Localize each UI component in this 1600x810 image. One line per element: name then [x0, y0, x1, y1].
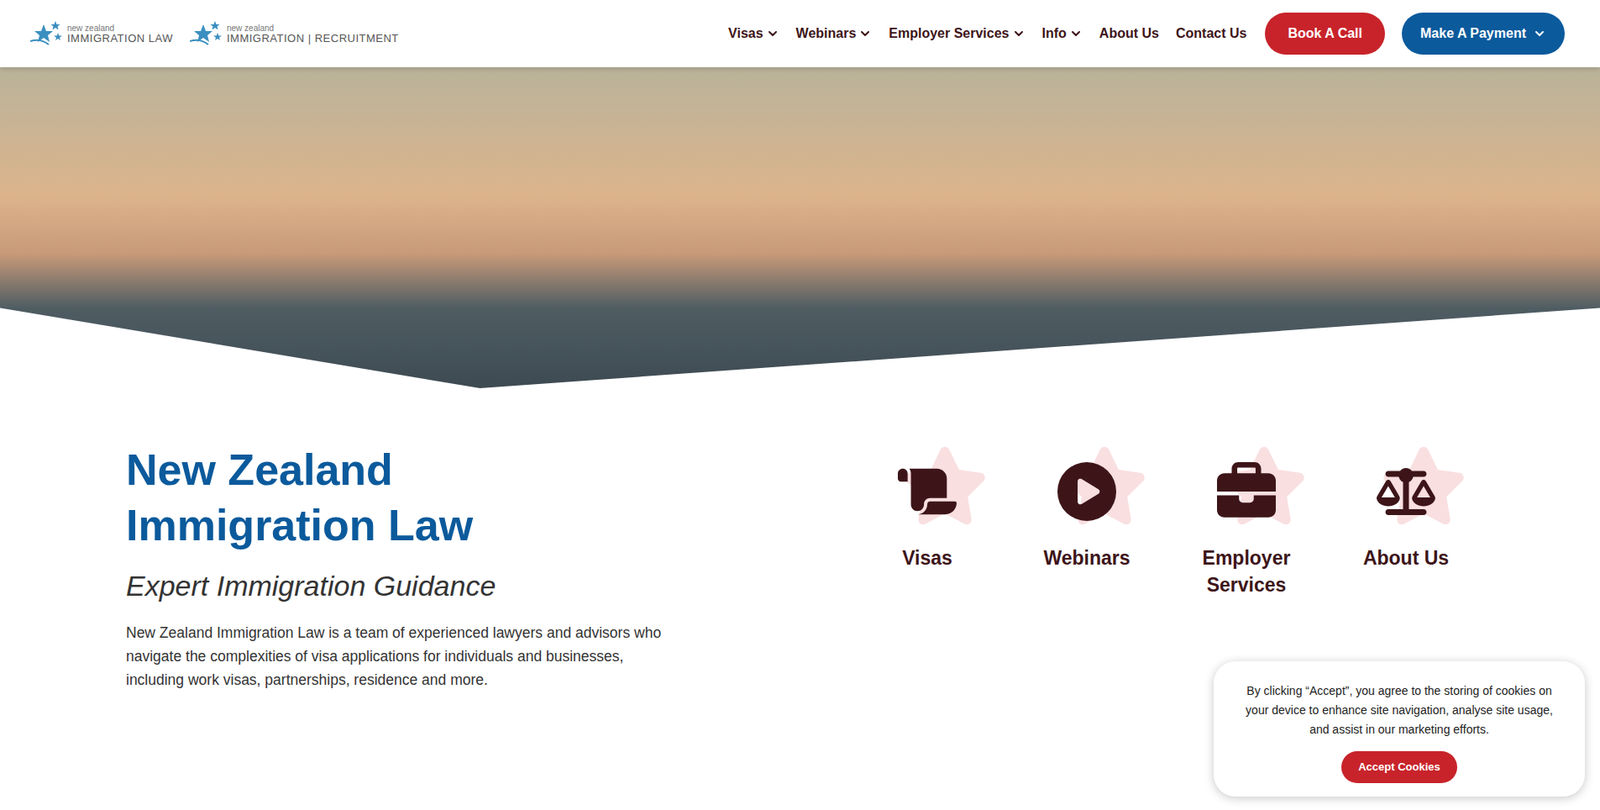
intro-subtitle: Expert Immigration Guidance — [125, 564, 681, 608]
page: new zealandIMMIGRATION LAWnew zealandIMM… — [0, 0, 1600, 810]
logo[interactable]: new zealandIMMIGRATION LAW — [30, 19, 174, 48]
scroll-icon — [897, 461, 957, 521]
book-call-button[interactable]: Book A Call — [1264, 12, 1385, 55]
logo[interactable]: new zealandIMMIGRATION | RECRUITMENT — [189, 19, 399, 48]
nav-item[interactable]: Webinars — [796, 23, 873, 44]
logo-small-text: new zealand — [226, 24, 399, 33]
tile-label: Visas — [855, 544, 999, 572]
chevron-down-icon — [858, 26, 872, 41]
logo-small-text: new zealand — [67, 24, 174, 33]
video-play-icon — [1057, 461, 1117, 521]
hero-image — [0, 67, 1600, 389]
nav-item[interactable]: Visas — [728, 23, 780, 44]
nav-item[interactable]: Contact Us — [1175, 23, 1247, 44]
nav-item[interactable]: About Us — [1099, 23, 1160, 44]
tile-label: Employer Services — [1175, 544, 1318, 599]
briefcase-icon — [1217, 461, 1276, 521]
tiles: Visas Webinars Employer Services About Us — [847, 441, 1486, 692]
logos: new zealandIMMIGRATION LAWnew zealandIMM… — [30, 19, 399, 48]
logo-main-text: IMMIGRATION LAW — [67, 32, 174, 44]
intro-section: New Zealand Immigration Law Expert Immigr… — [0, 388, 1600, 692]
chevron-down-icon — [1532, 26, 1547, 41]
intro-description: New Zealand Immigration Law is a team of… — [125, 620, 681, 692]
cookie-text: By clicking “Accept”, you agree to the s… — [1235, 681, 1564, 740]
stars-logo-icon — [189, 19, 224, 48]
chevron-down-icon — [1012, 26, 1026, 41]
scales-icon — [1376, 461, 1436, 521]
cookie-banner: By clicking “Accept”, you agree to the s… — [1213, 660, 1585, 797]
accept-cookies-button[interactable]: Accept Cookies — [1341, 750, 1458, 783]
main-nav: Visas Webinars Employer Services Info About … — [728, 12, 1565, 55]
make-payment-button[interactable]: Make A Payment — [1401, 12, 1565, 55]
intro-text: New Zealand Immigration Law Expert Immigr… — [125, 441, 681, 692]
logo-main-text: IMMIGRATION | RECRUITMENT — [226, 32, 399, 44]
nav-item[interactable]: Info — [1042, 23, 1083, 44]
chevron-down-icon — [765, 26, 780, 41]
tile[interactable]: Employer Services — [1166, 445, 1327, 692]
header: new zealandIMMIGRATION LAWnew zealandIMM… — [0, 0, 1600, 68]
tile-label: About Us — [1334, 544, 1478, 572]
tile[interactable]: Webinars — [1007, 445, 1167, 692]
stars-logo-icon — [30, 19, 64, 48]
nav-item[interactable]: Employer Services — [888, 23, 1025, 44]
chevron-down-icon — [1069, 26, 1083, 41]
intro-title: New Zealand Immigration Law — [125, 441, 530, 553]
tile-label: Webinars — [1015, 544, 1159, 572]
tile[interactable]: About Us — [1326, 445, 1486, 692]
tile[interactable]: Visas — [847, 445, 1008, 692]
